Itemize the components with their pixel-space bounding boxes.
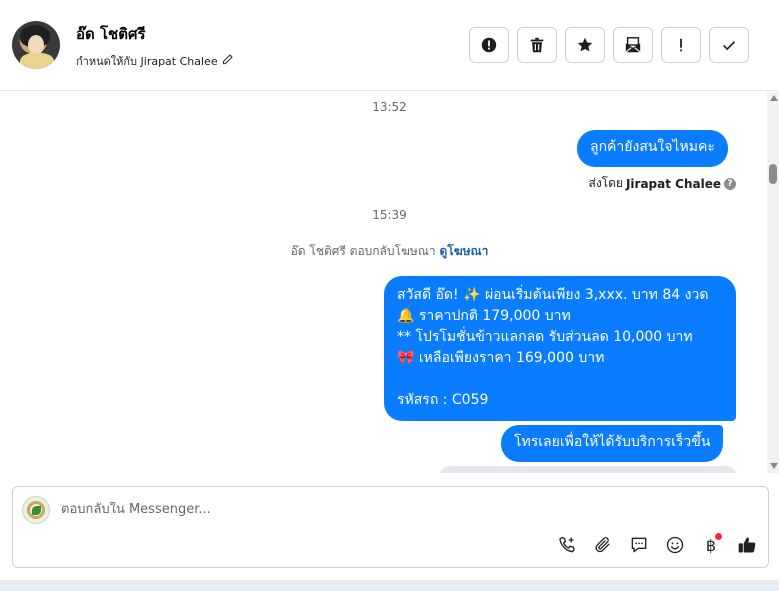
send-like-button[interactable] (735, 533, 759, 557)
sent-by-info: ส่งโดย Jirapat Chalee ? (588, 174, 736, 193)
messenger-conversation-panel: อ๊ด โชติศรี กำหนดให้กับ Jirapat Chalee 1… (0, 0, 779, 591)
thumbs-up-icon (738, 537, 756, 553)
scroll-down-arrow-icon[interactable] (770, 463, 778, 469)
emoji-button[interactable] (663, 533, 687, 557)
contact-name[interactable]: อ๊ด โชติศรี (76, 22, 146, 46)
help-icon[interactable]: ? (724, 177, 736, 190)
alert-circle-icon (481, 37, 497, 53)
reply-composer: ฿ (12, 486, 769, 568)
chat-bubble-icon (631, 537, 647, 553)
message-line (397, 369, 723, 390)
assigned-to-label: กำหนดให้กับ Jirapat Chalee (76, 55, 218, 68)
ad-reply-text: อ๊ด โชติศรี ตอบกลับโฆษณา (290, 244, 436, 258)
assignment-row[interactable]: กำหนดให้กับ Jirapat Chalee (76, 52, 233, 70)
emoji-icon (666, 536, 684, 554)
call-add-icon (559, 536, 575, 553)
view-ad-link[interactable]: ดูโฆษณา (439, 244, 488, 258)
message-line: 🔔 ราคาปกติ 179,000 บาท (397, 308, 571, 324)
payment-request-button[interactable]: ฿ (699, 533, 723, 557)
timestamp: 13:52 (372, 100, 407, 114)
composer-tools: ฿ (555, 533, 759, 557)
mark-unread-envelope-icon (625, 37, 641, 53)
outgoing-message-bubble[interactable]: ลูกค้ายังสนใจไหมคะ (577, 130, 728, 167)
message-line: ** โปรโมชั่นข้าวแลกลด รับส่วนลด 10,000 บ… (397, 329, 693, 345)
outgoing-message-bubble[interactable]: สวัสดี อ๊ด! ✨ ผ่อนเริ่มต้นเพียง 3,xxx. บ… (384, 276, 736, 421)
outgoing-message-bubble[interactable]: โทรเลยเพื่อให้ได้รับบริการเร็วขึ้น (501, 425, 724, 462)
mark-spam-button[interactable] (469, 27, 509, 63)
sent-by-prefix: ส่งโดย (588, 176, 623, 190)
exclamation-icon (680, 38, 682, 52)
check-icon (723, 41, 735, 51)
edit-pencil-icon[interactable] (222, 54, 233, 68)
scroll-up-arrow-icon[interactable] (770, 95, 778, 101)
timestamp: 15:39 (372, 208, 407, 222)
contact-avatar[interactable] (12, 21, 60, 69)
message-scrollbar[interactable] (767, 92, 779, 473)
mark-done-button[interactable] (709, 27, 749, 63)
header-actions (469, 27, 749, 63)
message-line: รหัสรถ : C059 (397, 392, 489, 408)
star-button[interactable] (565, 27, 605, 63)
page-avatar (22, 496, 50, 524)
trash-icon (530, 37, 544, 53)
mark-unread-button[interactable] (613, 27, 653, 63)
notification-dot (715, 533, 722, 540)
message-line: 🎀 เหลือเพียงราคา 169,000 บาท (397, 350, 605, 366)
conversation-header: อ๊ด โชติศรี กำหนดให้กับ Jirapat Chalee (0, 0, 779, 91)
sent-by-name: Jirapat Chalee (625, 176, 721, 191)
attach-file-button[interactable] (591, 533, 615, 557)
flag-important-button[interactable] (661, 27, 701, 63)
message-line: สวัสดี อ๊ด! ✨ ผ่อนเริ่มต้นเพียง 3,xxx. บ… (397, 287, 709, 303)
call-add-button[interactable] (555, 533, 579, 557)
attachment-icon (595, 537, 610, 553)
reply-input[interactable] (61, 502, 741, 517)
scroll-thumb[interactable] (769, 164, 777, 184)
message-list[interactable]: 13:52 ลูกค้ายังสนใจไหมคะ ส่งโดย Jirapat … (0, 92, 767, 473)
saved-replies-button[interactable] (627, 533, 651, 557)
ad-reply-note: อ๊ด โชติศรี ตอบกลับโฆษณา ดูโฆษณา (0, 242, 767, 261)
delete-button[interactable] (517, 27, 557, 63)
star-icon (577, 37, 593, 52)
incoming-message-bubble-partial[interactable] (440, 466, 736, 473)
bottom-strip (0, 580, 779, 591)
